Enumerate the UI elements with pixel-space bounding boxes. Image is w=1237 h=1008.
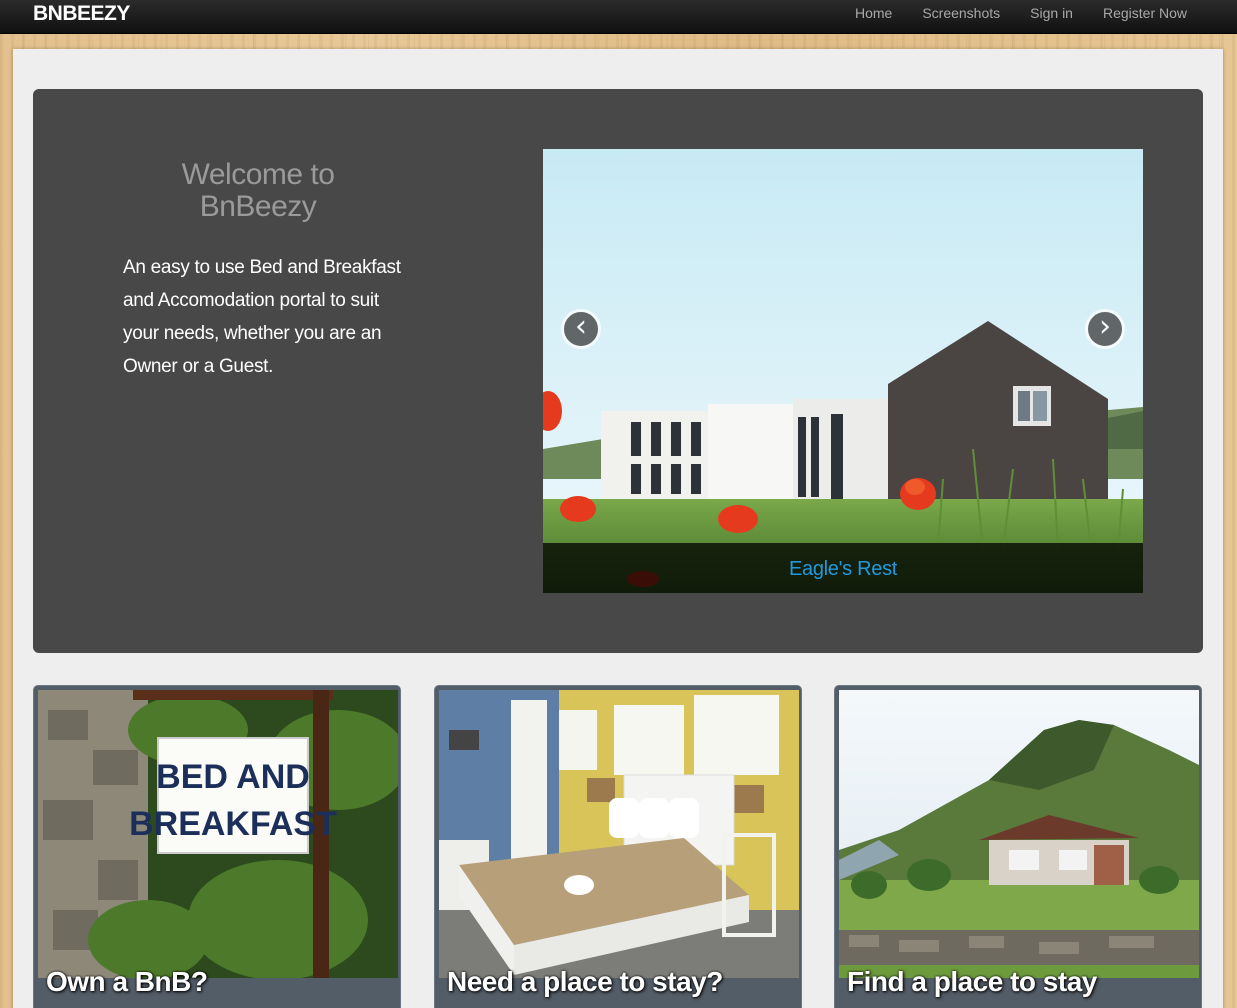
card-image-mountain-cottage: [839, 690, 1199, 978]
nav-signin-link[interactable]: Sign in: [1015, 0, 1088, 34]
sign-text-line1: BED AND: [156, 758, 310, 796]
hero-description: An easy to use Bed and Breakfast and Acc…: [123, 257, 401, 377]
card-image-bnb-sign: BED AND BREAKFAST: [38, 690, 398, 978]
brand-logo[interactable]: BNBEEZY: [33, 2, 130, 26]
card-image-bedroom: [439, 690, 799, 978]
nav-register-link[interactable]: Register Now: [1088, 0, 1237, 34]
carousel-next-button[interactable]: ›: [1085, 309, 1125, 349]
card-title: Need a place to stay?: [447, 966, 723, 997]
top-navbar: BNBEEZY Home Screenshots Sign in Registe…: [0, 0, 1237, 34]
feature-card-find-stay[interactable]: Find a place to stay: [834, 685, 1202, 1008]
hero-unit: Welcome to BnBeezy An easy to use Bed an…: [33, 89, 1203, 653]
feature-card-need-stay[interactable]: Need a place to stay?: [434, 685, 802, 1008]
chevron-left-icon: ‹: [575, 309, 587, 344]
hero-title: Welcome to BnBeezy: [181, 158, 335, 223]
page-container: Welcome to BnBeezy An easy to use Bed an…: [13, 49, 1223, 1008]
card-title: Own a BnB?: [46, 966, 208, 997]
image-carousel[interactable]: ‹ › Eagle's Rest: [543, 149, 1143, 593]
carousel-slide-image: [543, 149, 1143, 593]
nav-screenshots-link[interactable]: Screenshots: [907, 0, 1015, 34]
carousel-caption[interactable]: Eagle's Rest: [543, 543, 1143, 593]
card-title: Find a place to stay: [847, 966, 1097, 997]
carousel-prev-button[interactable]: ‹: [561, 309, 601, 349]
chevron-right-icon: ›: [1099, 309, 1111, 344]
nav-links: Home Screenshots Sign in Register Now: [840, 0, 1237, 34]
sign-text-line2: BREAKFAST: [129, 805, 337, 843]
nav-home-link[interactable]: Home: [840, 0, 907, 34]
feature-card-own-bnb[interactable]: BED AND BREAKFAST Own a BnB?: [33, 685, 401, 1008]
